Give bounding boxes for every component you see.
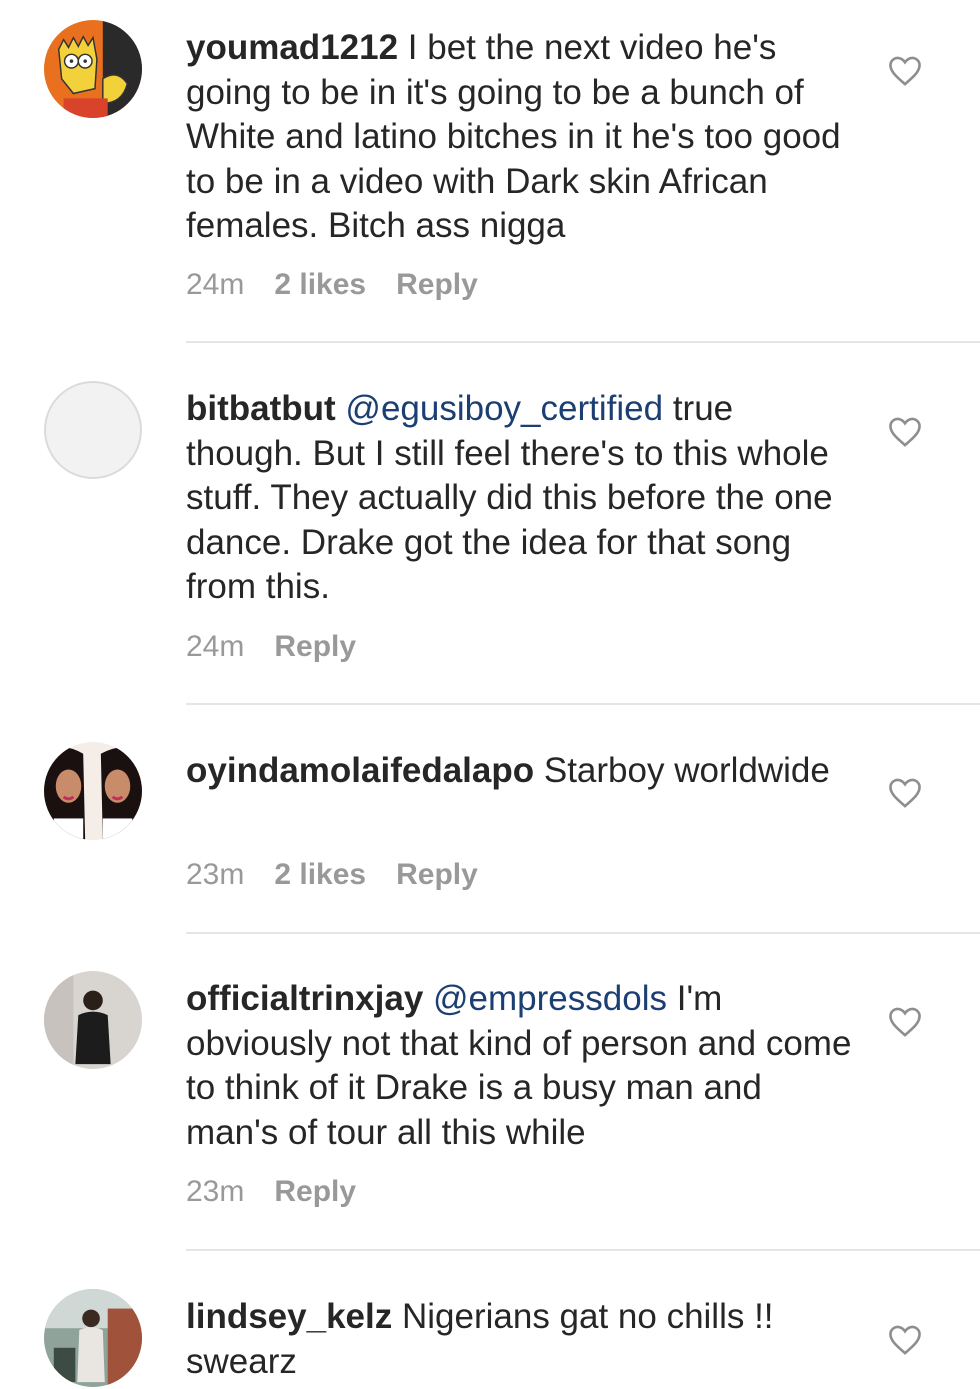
comment-text: youmad1212 I bet the next video he's goi… xyxy=(186,26,856,249)
comment-divider xyxy=(186,932,980,934)
comment-username[interactable]: officialtrinxjay xyxy=(186,979,423,1018)
comment-timestamp: 23m xyxy=(186,858,245,891)
comment-username[interactable]: bitbatbut xyxy=(186,389,336,428)
comment-mention[interactable]: @empressdols xyxy=(433,979,667,1018)
heart-outline-icon[interactable] xyxy=(887,1324,923,1356)
comment-meta: 24m 2 likes Reply xyxy=(186,268,478,302)
comment-timestamp: 23m xyxy=(186,1175,245,1208)
empty-avatar[interactable] xyxy=(44,381,142,479)
reply-button[interactable]: Reply xyxy=(396,858,478,892)
comment-text: oyindamolaifedalapo Starboy worldwide xyxy=(186,749,856,794)
comment-likes-count[interactable]: 2 likes xyxy=(274,858,366,892)
comment-username[interactable]: lindsey_kelz xyxy=(186,1297,392,1336)
heart-outline-icon[interactable] xyxy=(887,777,923,809)
comment-body: Starboy worldwide xyxy=(543,751,830,790)
comment-meta: 23m Reply xyxy=(186,1175,356,1209)
reply-button[interactable]: Reply xyxy=(396,268,478,302)
heart-outline-icon[interactable] xyxy=(887,55,923,87)
reply-button[interactable]: Reply xyxy=(274,630,356,664)
comment-meta: 24m Reply xyxy=(186,630,356,664)
comment-divider xyxy=(186,1249,980,1251)
comment-timestamp: 24m xyxy=(186,268,245,301)
comment-timestamp: 24m xyxy=(186,630,245,663)
comment-divider xyxy=(186,703,980,705)
comment-text: officialtrinxjay @empressdols I'm obviou… xyxy=(186,977,856,1155)
heart-outline-icon[interactable] xyxy=(887,1006,923,1038)
comment-divider xyxy=(186,341,980,343)
comment-likes-count[interactable]: 2 likes xyxy=(274,268,366,302)
reply-button[interactable]: Reply xyxy=(274,1175,356,1209)
comment-text: lindsey_kelz Nigerians gat no chills !! … xyxy=(186,1295,856,1384)
two-women-avatar[interactable] xyxy=(44,742,142,840)
bart-simpson-avatar[interactable] xyxy=(44,20,142,118)
comment-text: bitbatbut @egusiboy_certified true thoug… xyxy=(186,387,856,610)
comment-username[interactable]: youmad1212 xyxy=(186,28,398,67)
man-standing-avatar[interactable] xyxy=(44,971,142,1069)
comment-mention[interactable]: @egusiboy_certified xyxy=(345,389,663,428)
heart-outline-icon[interactable] xyxy=(887,416,923,448)
comment-meta: 23m 2 likes Reply xyxy=(186,858,478,892)
person-outdoor-avatar[interactable] xyxy=(44,1289,142,1387)
comment-username[interactable]: oyindamolaifedalapo xyxy=(186,751,534,790)
